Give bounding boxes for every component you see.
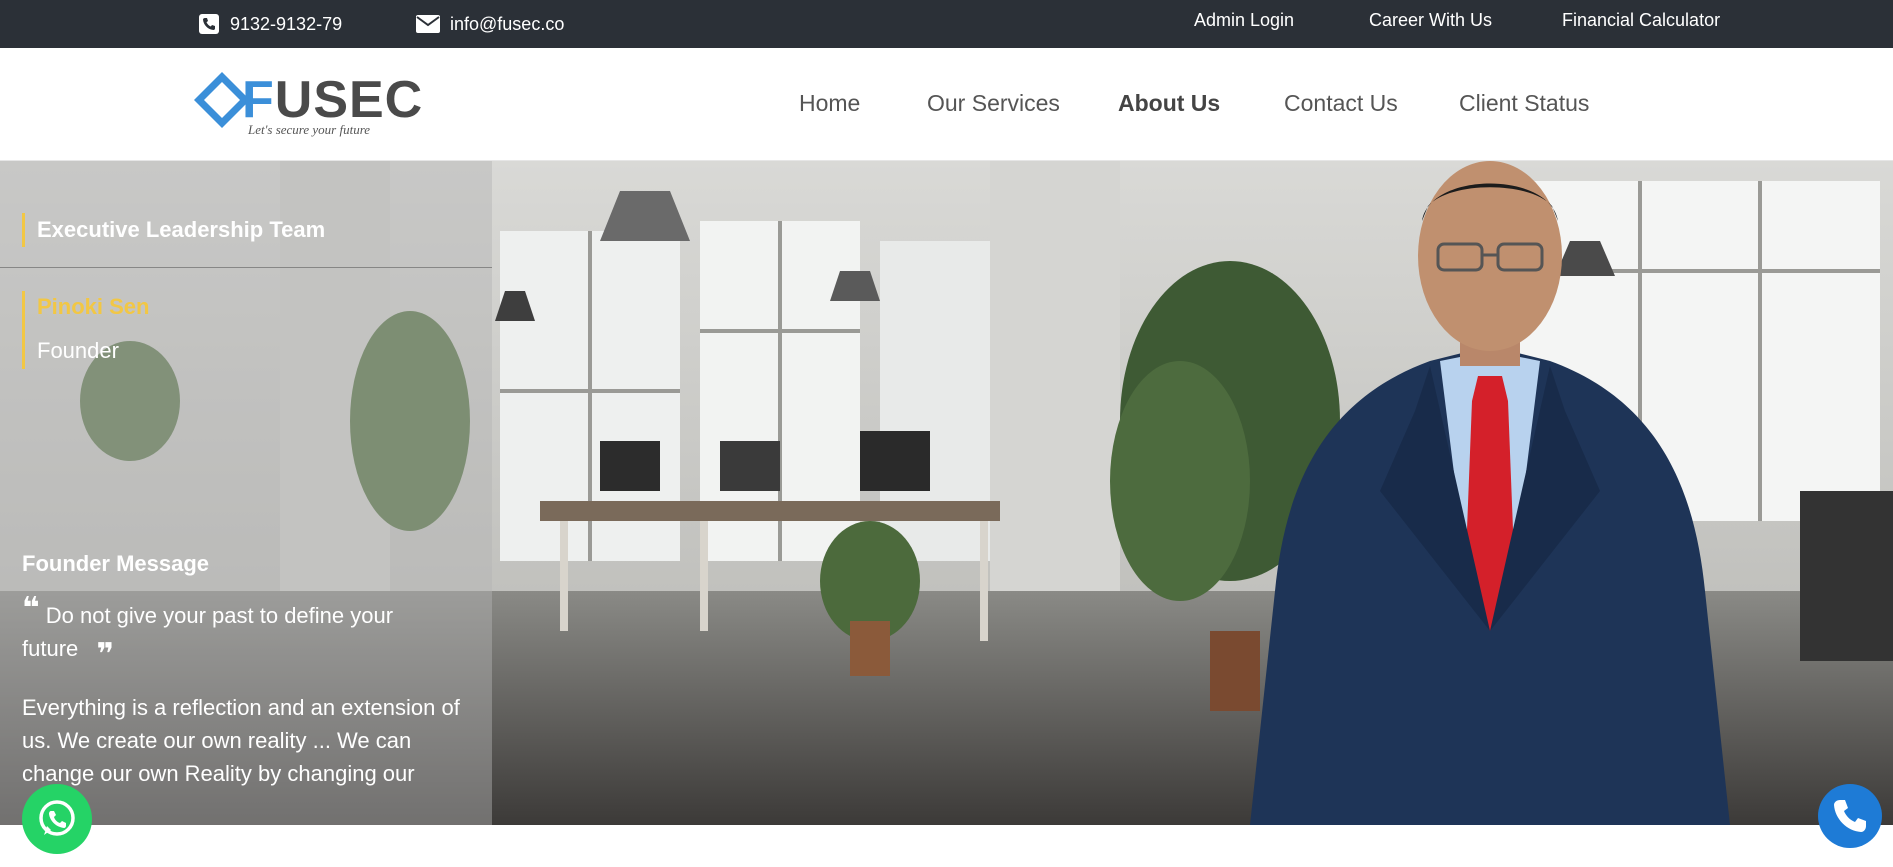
whatsapp-chat-button[interactable]	[22, 784, 92, 854]
logo-letters: USEC	[274, 71, 424, 129]
phone-icon	[199, 14, 219, 34]
admin-login-link[interactable]: Admin Login	[1194, 10, 1294, 31]
logo-letter-f: F	[242, 71, 275, 129]
call-button[interactable]	[1818, 784, 1882, 848]
logo-wordmark: FUSEC	[242, 70, 423, 130]
phone-call-icon	[1834, 800, 1866, 832]
leader-name: Pinoki Sen	[37, 294, 150, 319]
nav-about-us[interactable]: About Us	[1118, 90, 1220, 117]
executive-team-heading: Executive Leadership Team	[22, 213, 325, 247]
leadership-hero: Executive Leadership Team Pinoki Sen Fou…	[0, 161, 1893, 825]
founder-quote: ❝ Do not give your past to define your f…	[22, 592, 442, 671]
nav-client-status[interactable]: Client Status	[1459, 90, 1589, 117]
nav-our-services[interactable]: Our Services	[927, 90, 1060, 117]
open-quote-icon: ❝	[22, 592, 40, 625]
phone-contact[interactable]: 9132-9132-79	[198, 0, 342, 48]
main-header: FUSEC Let's secure your future Home Our …	[0, 48, 1893, 161]
career-link[interactable]: Career With Us	[1369, 10, 1492, 31]
phone-number: 9132-9132-79	[230, 13, 343, 34]
leadership-info-panel: Executive Leadership Team Pinoki Sen Fou…	[0, 161, 492, 825]
fusec-logo[interactable]: FUSEC Let's secure your future	[190, 60, 422, 150]
whatsapp-icon	[39, 800, 75, 836]
financial-calculator-link[interactable]: Financial Calculator	[1562, 10, 1720, 31]
nav-home[interactable]: Home	[799, 90, 860, 117]
founder-photo	[1250, 161, 1730, 825]
email-contact[interactable]: info@fusec.co	[416, 0, 564, 48]
close-quote-icon: ❞	[96, 638, 114, 671]
leader-card[interactable]: Pinoki Sen Founder	[22, 291, 149, 369]
founder-quote-text: Do not give your past to define your fut…	[22, 603, 394, 661]
email-address: info@fusec.co	[450, 13, 565, 34]
top-contact-bar: 9132-9132-79 info@fusec.co Admin Login C…	[0, 0, 1893, 48]
leader-role: Founder	[37, 338, 119, 363]
founder-message-text: Everything is a reflection and an extens…	[22, 695, 460, 786]
nav-contact-us[interactable]: Contact Us	[1284, 90, 1398, 117]
founder-message-heading: Founder Message	[22, 551, 210, 576]
panel-divider	[0, 267, 492, 268]
envelope-icon	[416, 15, 440, 33]
logo-tagline: Let's secure your future	[248, 122, 371, 137]
